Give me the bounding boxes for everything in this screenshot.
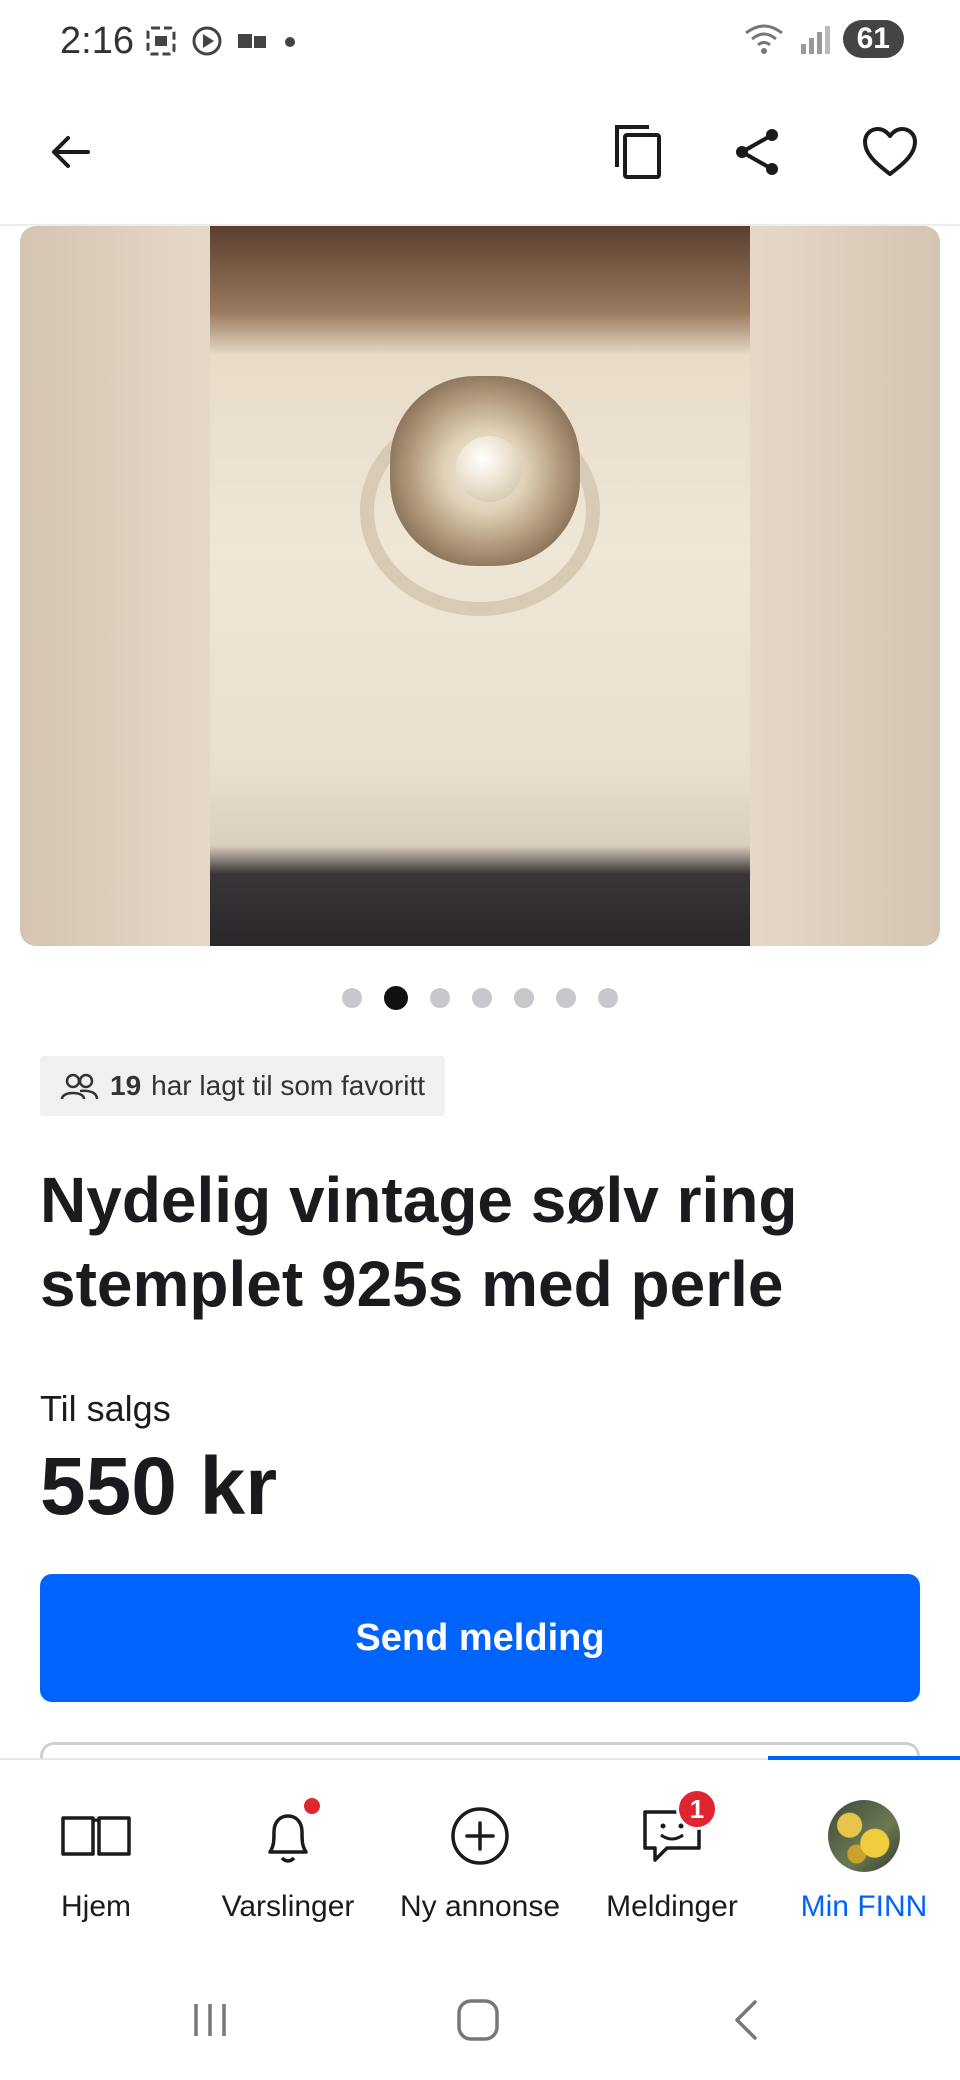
record-icon <box>192 26 222 56</box>
media-icon <box>238 34 266 48</box>
nav-label: Meldinger <box>606 1890 738 1923</box>
nav-label: Ny annonse <box>399 1890 561 1923</box>
gallery-dot[interactable] <box>430 988 450 1008</box>
gallery-dot[interactable] <box>598 988 618 1008</box>
dot-icon <box>285 37 295 47</box>
chevron-left-icon <box>735 2000 757 2040</box>
share-button[interactable] <box>717 112 797 192</box>
recent-apps-button[interactable] <box>170 1990 250 2050</box>
copy-link-button[interactable] <box>598 112 678 192</box>
send-message-button[interactable]: Send melding <box>40 1574 920 1702</box>
listing-title: Nydelig vintage sølv ring stemplet 925s … <box>40 1164 798 1320</box>
status-time: 2:16 <box>60 20 134 62</box>
recent-apps-icon <box>194 2004 226 2036</box>
listing-image-gallery[interactable] <box>20 226 940 946</box>
message-count-badge: 1 <box>676 1788 718 1830</box>
favorites-count: 19 <box>110 1070 142 1101</box>
system-back-button[interactable] <box>706 1990 786 2050</box>
status-icons-left <box>144 24 298 58</box>
copy-icon <box>615 125 661 179</box>
favorites-text: har lagt til som favoritt <box>151 1070 426 1101</box>
users-icon <box>60 1073 99 1100</box>
book-icon <box>61 1816 131 1856</box>
gallery-dot[interactable] <box>514 988 534 1008</box>
wifi-icon <box>744 24 783 54</box>
nav-icon-ny-annonse <box>440 1796 520 1876</box>
signal-icon <box>800 26 830 54</box>
gallery-dot[interactable] <box>342 988 362 1008</box>
gallery-dot[interactable] <box>384 986 408 1010</box>
listing-price: 550 kr <box>40 1441 278 1532</box>
status-bar: 2:16 61 <box>0 0 960 86</box>
screenshot-icon <box>146 26 176 56</box>
favorite-button[interactable] <box>850 112 930 192</box>
gallery-pager <box>0 986 960 1010</box>
nav-item-min-finn[interactable]: Min FINN <box>768 1760 960 1950</box>
bottom-navigation: Hjem Varslinger Ny annonse 1 Meldinger M… <box>0 1756 960 1950</box>
system-navigation-bar <box>0 1968 960 2080</box>
nav-icon-meldinger: 1 <box>632 1788 718 1876</box>
nav-item-meldinger[interactable]: 1 Meldinger <box>576 1760 768 1950</box>
nav-item-varslinger[interactable]: Varslinger <box>192 1760 384 1950</box>
pearl-shape <box>456 436 522 502</box>
nav-item-hjem[interactable]: Hjem <box>0 1760 192 1950</box>
top-app-bar <box>0 86 960 226</box>
nav-label: Varslinger <box>221 1890 355 1923</box>
gallery-dot[interactable] <box>556 988 576 1008</box>
nav-label: Hjem <box>60 1890 131 1923</box>
sale-type-label: Til salgs <box>40 1388 171 1429</box>
nav-icon-varslinger <box>248 1796 328 1876</box>
notification-dot <box>302 1796 322 1816</box>
home-button[interactable] <box>438 1990 518 2050</box>
status-icons-right: 61 <box>743 20 904 58</box>
battery-indicator: 61 <box>842 20 904 58</box>
arrow-left-icon <box>52 136 90 168</box>
avatar <box>828 1800 900 1872</box>
favorites-badge: 19 har lagt til som favoritt <box>40 1056 446 1116</box>
nav-icon-hjem <box>56 1796 136 1876</box>
plus-circle-icon <box>451 1807 509 1865</box>
listing-photo <box>210 226 750 946</box>
home-icon <box>457 1999 499 2041</box>
heart-icon <box>863 127 917 176</box>
nav-label: Min FINN <box>800 1890 928 1923</box>
nav-icon-min-finn <box>824 1796 904 1876</box>
share-icon <box>736 129 778 175</box>
back-button[interactable] <box>30 112 110 192</box>
nav-item-ny-annonse[interactable]: Ny annonse <box>384 1760 576 1950</box>
gallery-dot[interactable] <box>472 988 492 1008</box>
